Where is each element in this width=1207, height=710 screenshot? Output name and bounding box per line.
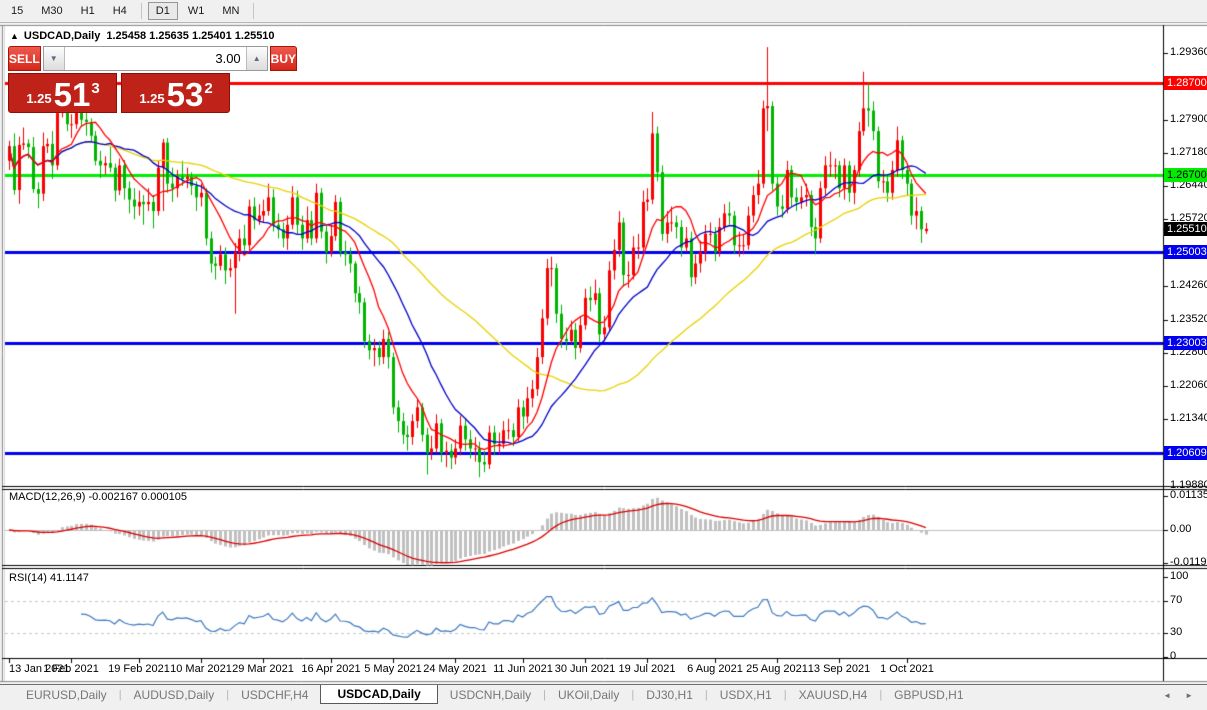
price-axis-tick: 1.27900 (1170, 113, 1207, 125)
symbol-tab-bar: EURUSD,Daily|AUDUSD,Daily|USDCHF,H4USDCA… (0, 684, 1207, 704)
last-price-tag: 1.25510 (1164, 222, 1207, 236)
date-axis-label: 24 May 2021 (423, 663, 487, 675)
date-axis-label: 13 Sep 2021 (808, 663, 870, 675)
buy-price-display[interactable]: 1.25532 (121, 73, 230, 113)
rsi-indicator-label: RSI(14) 41.1147 (9, 572, 89, 584)
date-axis-label: 6 Aug 2021 (687, 663, 743, 675)
macd-axis-tick: 0.00 (1170, 523, 1191, 535)
price-axis-tick: 1.24260 (1170, 279, 1207, 291)
rsi-axis-tick: 30 (1170, 626, 1182, 638)
buy-button[interactable]: BUY (270, 46, 297, 71)
date-axis-label: 10 Mar 2021 (170, 663, 232, 675)
macd-axis-tick: 0.01135 (1170, 489, 1207, 501)
date-axis-label: 1 Feb 2021 (43, 663, 99, 675)
volume-spinner: ▼ ▲ (43, 46, 268, 71)
tab-scroll-arrows: ◄► (1163, 685, 1193, 705)
chart-tab-usdcnh[interactable]: USDCNH,Daily (438, 685, 543, 704)
tab-scroll-right-icon[interactable]: ► (1185, 691, 1193, 700)
chart-tab-usdx[interactable]: USDX,H1 (708, 685, 784, 704)
date-axis-label: 25 Aug 2021 (746, 663, 808, 675)
date-axis-label: 29 Mar 2021 (232, 663, 294, 675)
chart-symbol-label: USDCAD,Daily (24, 30, 100, 42)
buy-price-pip: 2 (204, 80, 212, 97)
chart-tab-usdcad[interactable]: USDCAD,Daily (320, 685, 437, 704)
sell-price-big: 51 (54, 80, 91, 110)
collapse-arrow-icon[interactable]: ▲ (10, 31, 19, 41)
date-axis-label: 19 Jul 2021 (619, 663, 676, 675)
level-price-tag: 1.20609 (1164, 446, 1207, 460)
chart-tab-xauusd[interactable]: XAUUSD,H4 (787, 685, 880, 704)
sell-price-base: 1.25 (26, 91, 51, 106)
rsi-axis-tick: 0 (1170, 650, 1176, 662)
macd-indicator-label: MACD(12,26,9) -0.002167 0.000105 (9, 491, 187, 503)
chart-tab-ukoil[interactable]: UKOil,Daily (546, 685, 631, 704)
price-axis-tick: 1.22060 (1170, 379, 1207, 391)
one-click-trade-panel: SELL ▼ ▲ BUY 1.25513 1.25532 (8, 46, 230, 113)
sell-price-display[interactable]: 1.25513 (8, 73, 117, 113)
price-axis-tick: 1.23520 (1170, 313, 1207, 325)
rsi-axis-tick: 70 (1170, 594, 1182, 606)
date-axis-label: 16 Apr 2021 (301, 663, 360, 675)
date-axis-label: 5 May 2021 (364, 663, 421, 675)
date-axis-label: 1 Oct 2021 (880, 663, 934, 675)
level-price-tag: 1.26700 (1164, 168, 1207, 182)
volume-increase-icon[interactable]: ▲ (246, 47, 267, 70)
chart-ohlc-values: 1.25458 1.25635 1.25401 1.25510 (106, 30, 274, 42)
level-price-tag: 1.25003 (1164, 245, 1207, 259)
chart-tab-eurusd[interactable]: EURUSD,Daily (14, 685, 119, 704)
level-price-tag: 1.28700 (1164, 76, 1207, 90)
date-axis-label: 30 Jun 2021 (555, 663, 616, 675)
price-axis-tick: 1.29360 (1170, 46, 1207, 58)
sell-button[interactable]: SELL (8, 46, 41, 71)
rsi-axis-tick: 100 (1170, 570, 1188, 582)
buy-price-big: 53 (167, 80, 204, 110)
chart-tab-usdchf[interactable]: USDCHF,H4 (229, 685, 320, 704)
tab-scroll-left-icon[interactable]: ◄ (1163, 691, 1171, 700)
trading-platform-window: 15M30H1H4D1W1MN ▲USDCAD,Daily1.25458 1.2… (0, 0, 1207, 710)
buy-price-base: 1.25 (139, 91, 164, 106)
volume-decrease-icon[interactable]: ▼ (44, 47, 65, 70)
chart-title: ▲ USDCAD,Daily 1.25458 1.25635 1.25401 1.2… (10, 30, 275, 42)
price-axis-tick: 1.21340 (1170, 412, 1207, 424)
chart-tab-gbpusd[interactable]: GBPUSD,H1 (882, 685, 975, 704)
level-price-tag: 1.23003 (1164, 336, 1207, 350)
date-axis-label: 11 Jun 2021 (493, 663, 553, 675)
sell-price-pip: 3 (91, 80, 99, 97)
chart-tab-dj30[interactable]: DJ30,H1 (634, 685, 705, 704)
date-axis-label: 19 Feb 2021 (108, 663, 170, 675)
price-axis-tick: 1.27180 (1170, 146, 1207, 158)
chart-tab-audusd[interactable]: AUDUSD,Daily (122, 685, 227, 704)
volume-input[interactable] (65, 47, 246, 70)
macd-axis-tick: -0.01190 (1170, 556, 1207, 568)
